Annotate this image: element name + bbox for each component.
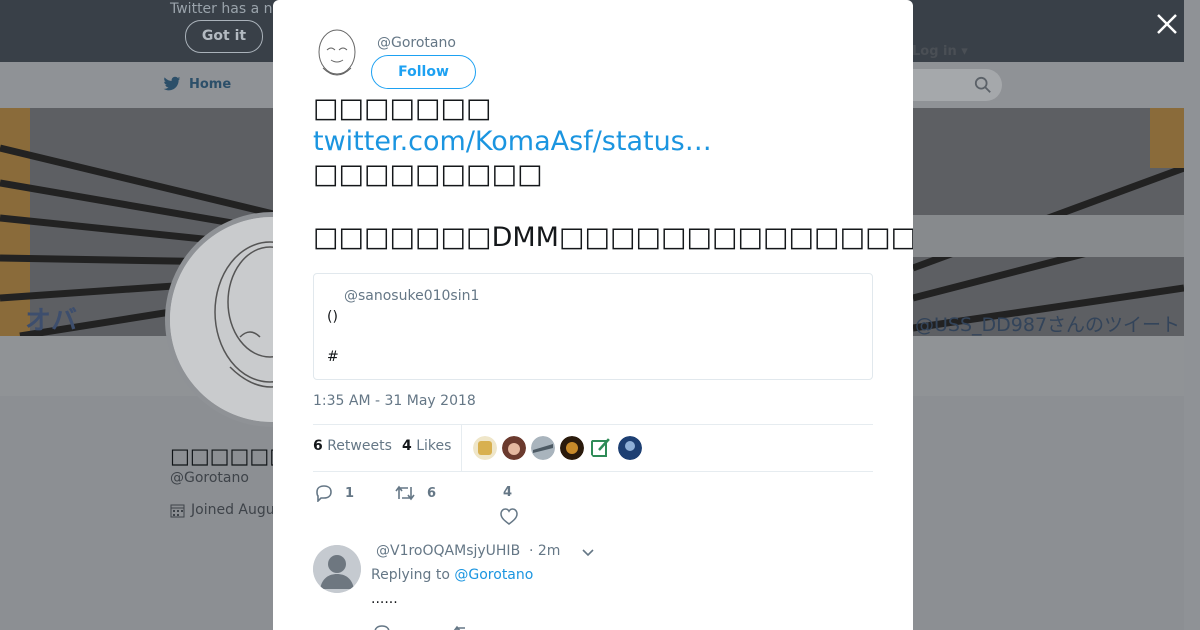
tweet-header: @Gorotano Follow (313, 28, 873, 89)
twitter-bird-icon (163, 76, 181, 91)
tweet-timestamp[interactable]: 1:35 AM - 31 May 2018 (313, 393, 476, 409)
retweets-count: 6 (313, 438, 323, 454)
reply-actions-icons (374, 625, 465, 630)
likes-label: Likes (416, 438, 452, 454)
tweet-link[interactable]: twitter.com/KomaAsf/status… (313, 125, 883, 158)
heart-icon[interactable] (500, 508, 518, 526)
retweet-icon (395, 485, 415, 501)
profile-handle: @Gorotano (170, 470, 249, 486)
retweets-stat[interactable]: 6 Retweets (313, 438, 392, 454)
banner-side-panel (913, 215, 1184, 257)
retweet-count: 6 (427, 485, 437, 501)
profile-joined: Joined Augu (170, 502, 275, 518)
quoted-text-1: () (327, 309, 338, 325)
replying-to-link[interactable]: @Gorotano (454, 567, 533, 583)
author-handle[interactable]: @Gorotano (377, 35, 456, 51)
quoted-handle: @sanosuke010sin1 (344, 288, 480, 304)
scrollbar[interactable] (1184, 0, 1200, 630)
tweet-line-3: □□□□□□□DMM□□□□□□□□□□□□□□□□□□□□□ (313, 222, 913, 253)
default-avatar[interactable] (313, 545, 361, 593)
replying-prefix: Replying to (371, 567, 450, 583)
retweets-label: Retweets (327, 438, 392, 454)
banner-text-left: オバ (25, 306, 78, 336)
banner-text-right: @USS_DD987さんのツイート (915, 314, 1181, 336)
calendar-icon (170, 504, 185, 517)
liker-avatar[interactable] (618, 436, 642, 460)
liker-avatar[interactable] (560, 436, 584, 460)
tweet-actions: 1 6 4 (313, 480, 873, 530)
replying-to: Replying to @Gorotano (371, 567, 533, 583)
tweet-modal: @Gorotano Follow □□□□□□□ twitter.com/Kom… (273, 0, 913, 630)
joined-label: Joined Augu (191, 502, 275, 518)
tweet-line-1: □□□□□□□ (313, 93, 492, 124)
nav-home-link[interactable]: Home (163, 76, 231, 92)
quoted-tweet[interactable]: @sanosuke010sin1 () # (313, 273, 873, 380)
chevron-down-icon[interactable] (581, 546, 595, 560)
tweet-line-2: □□□□□□□□□ (313, 159, 543, 190)
reply-button[interactable]: 1 (315, 484, 354, 502)
reply-icon (316, 485, 332, 502)
follow-button[interactable]: Follow (371, 55, 476, 89)
liker-avatar[interactable] (589, 436, 613, 460)
liker-avatar[interactable] (473, 436, 497, 460)
author-avatar[interactable] (313, 28, 361, 82)
retweet-button[interactable]: 6 (395, 484, 436, 502)
notice-text: Twitter has a n (170, 1, 273, 17)
liker-avatar[interactable] (502, 436, 526, 460)
quoted-text-2: # (327, 349, 339, 365)
stats-divider (461, 425, 462, 471)
liker-avatar[interactable] (531, 436, 555, 460)
liker-avatars (473, 436, 642, 460)
nav-home-label: Home (189, 76, 232, 92)
tweet-stats: 6 Retweets 4 Likes (313, 424, 873, 472)
reply-body: ...... (371, 591, 398, 607)
likes-count: 4 (402, 438, 412, 454)
login-link[interactable]: Log in ▾ (912, 44, 968, 59)
login-label: Log in (912, 44, 957, 59)
likes-stat[interactable]: 4 Likes (402, 438, 451, 454)
tweet-spacer (313, 191, 883, 221)
got-it-button[interactable]: Got it (185, 20, 263, 53)
reply-count: 1 (345, 485, 355, 501)
tweet-text: □□□□□□□ twitter.com/KomaAsf/status… □□□□… (313, 92, 913, 254)
like-count: 4 (503, 485, 513, 500)
search-icon (974, 76, 991, 93)
close-icon[interactable] (1155, 12, 1179, 36)
reply-tweet: @V1roOQAMsjyUHIB · 2m Replying to @Gorot… (313, 540, 873, 630)
reply-time[interactable]: · 2m (529, 543, 560, 559)
reply-author-handle[interactable]: @V1roOQAMsjyUHIB (376, 543, 520, 559)
